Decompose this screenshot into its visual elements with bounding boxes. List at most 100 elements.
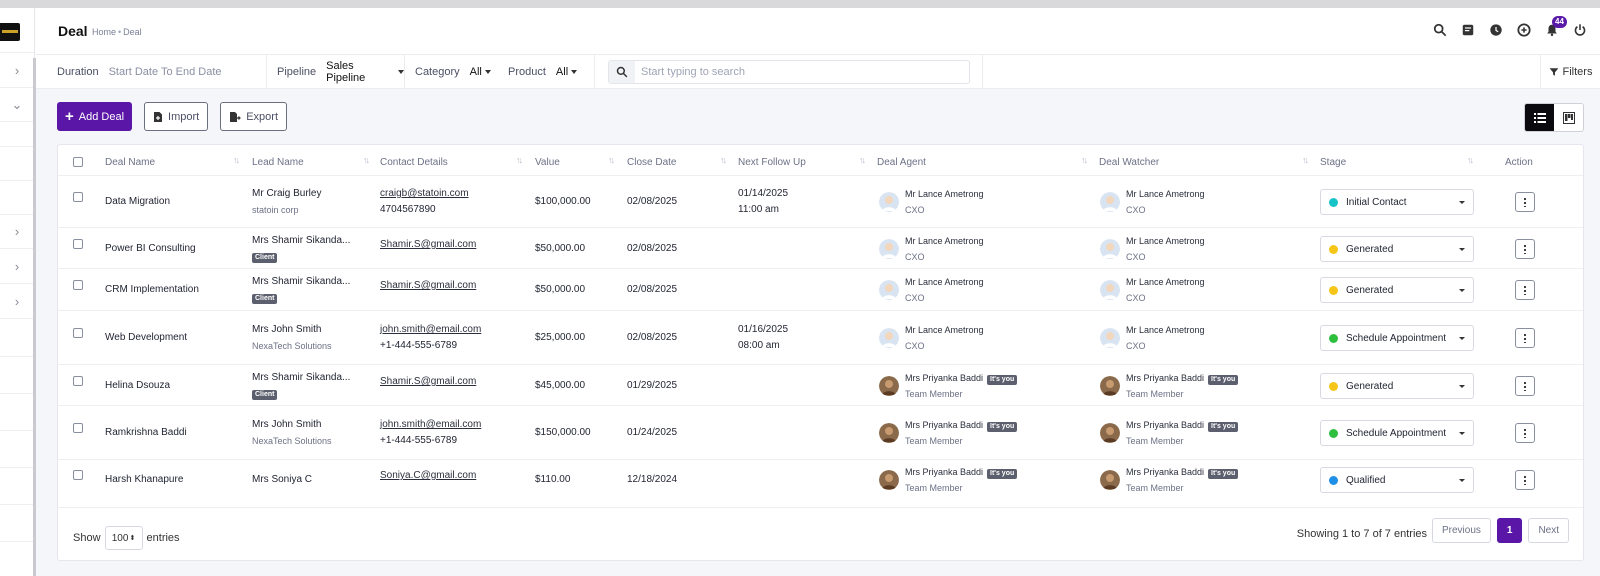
deal-name[interactable]: Data Migration: [105, 194, 170, 210]
sort-icon[interactable]: ↑↓: [233, 155, 240, 165]
close-date: 01/29/2025: [627, 380, 678, 391]
sidebar-expand-icon[interactable]: ›: [0, 285, 34, 319]
row-actions-button[interactable]: [1515, 280, 1535, 300]
stage-select[interactable]: Generated: [1320, 373, 1474, 399]
row-checkbox[interactable]: [73, 328, 83, 338]
list-view-icon[interactable]: [1525, 104, 1554, 131]
select-all-checkbox[interactable]: [73, 157, 83, 167]
pipeline-filter[interactable]: Pipeline Sales Pipeline: [267, 55, 405, 89]
stage-select[interactable]: Schedule Appointment: [1320, 325, 1474, 351]
contact-email-link[interactable]: john.smith@email.com: [380, 417, 481, 433]
sort-icon[interactable]: ↑↓: [720, 155, 727, 165]
next-page-button[interactable]: Next: [1528, 518, 1569, 543]
search-icon[interactable]: [1432, 22, 1448, 38]
avatar-icon: [879, 192, 899, 212]
stage-select[interactable]: Initial Contact: [1320, 189, 1474, 215]
deal-name[interactable]: Power BI Consulting: [105, 241, 196, 257]
stage-select[interactable]: Schedule Appointment: [1320, 420, 1474, 446]
sidebar-collapse-icon[interactable]: ⌄: [0, 88, 34, 122]
column-header-value[interactable]: Value: [535, 157, 560, 168]
kanban-view-icon[interactable]: [1554, 104, 1583, 131]
contact-email-link[interactable]: john.smith@email.com: [380, 322, 481, 338]
column-header-deal-agent[interactable]: Deal Agent: [877, 157, 926, 168]
sort-icon[interactable]: ↑↓: [1081, 155, 1088, 165]
power-icon[interactable]: [1572, 22, 1588, 38]
row-checkbox[interactable]: [73, 470, 83, 480]
deal-name[interactable]: CRM Implementation: [105, 282, 199, 298]
column-header-contact-details[interactable]: Contact Details: [380, 157, 448, 168]
clock-icon[interactable]: [1488, 22, 1504, 38]
deal-name[interactable]: Ramkrishna Baddi: [105, 425, 187, 441]
sort-icon[interactable]: ↑↓: [363, 155, 370, 165]
row-actions-button[interactable]: [1515, 239, 1535, 259]
contact-email-link[interactable]: Soniya.C@gmail.com: [380, 468, 476, 484]
sidebar-expand-icon[interactable]: ›: [0, 250, 34, 284]
lead-name[interactable]: Mrs Shamir Sikanda...: [252, 370, 350, 386]
search-input[interactable]: [641, 66, 961, 78]
column-header-stage[interactable]: Stage: [1320, 157, 1346, 168]
column-header-close-date[interactable]: Close Date: [627, 157, 676, 168]
bell-icon[interactable]: 44: [1544, 16, 1567, 38]
sidebar-expand-icon[interactable]: ›: [0, 54, 34, 88]
row-checkbox[interactable]: [73, 280, 83, 290]
app-logo[interactable]: [0, 23, 20, 41]
add-circle-icon[interactable]: [1516, 22, 1532, 38]
column-header-next-follow-up[interactable]: Next Follow Up: [738, 157, 806, 168]
table-row: Harsh Khanapure Mrs Soniya C Soniya.C@gm…: [58, 459, 1583, 499]
category-select[interactable]: All: [470, 66, 482, 78]
deal-name[interactable]: Harsh Khanapure: [105, 472, 183, 488]
pipeline-select[interactable]: Sales Pipeline: [326, 60, 395, 84]
row-actions-button[interactable]: [1515, 192, 1535, 212]
lead-name[interactable]: Mrs Soniya C: [252, 472, 312, 488]
column-header-lead-name[interactable]: Lead Name: [252, 157, 304, 168]
row-actions-button[interactable]: [1515, 328, 1535, 348]
deal-value: $110.00: [535, 474, 571, 485]
sort-icon[interactable]: ↑↓: [1302, 155, 1309, 165]
breadcrumb-home[interactable]: Home: [92, 27, 116, 37]
deal-name[interactable]: Web Development: [105, 330, 187, 346]
contact-email-link[interactable]: craigb@statoin.com: [380, 186, 469, 202]
row-actions-button[interactable]: [1515, 376, 1535, 396]
sidebar-expand-icon[interactable]: ›: [0, 215, 34, 249]
duration-value[interactable]: Start Date To End Date: [109, 66, 222, 78]
stage-select[interactable]: Generated: [1320, 277, 1474, 303]
row-checkbox[interactable]: [73, 192, 83, 202]
row-checkbox[interactable]: [73, 239, 83, 249]
contact-email-link[interactable]: Shamir.S@gmail.com: [380, 237, 476, 253]
deal-name[interactable]: Helina Dsouza: [105, 378, 170, 394]
column-header-deal-name[interactable]: Deal Name: [105, 157, 155, 168]
sort-icon[interactable]: ↑↓: [859, 155, 866, 165]
row-checkbox[interactable]: [73, 423, 83, 433]
agent-cell: Mr Lance Ametrong CXO: [905, 186, 984, 218]
export-button[interactable]: Export: [220, 102, 288, 131]
row-actions-button[interactable]: [1515, 470, 1535, 490]
page-length-select[interactable]: 100 ⬍: [104, 526, 143, 550]
notes-icon[interactable]: [1460, 22, 1476, 38]
sort-icon[interactable]: ↑↓: [608, 155, 615, 165]
stage-select[interactable]: Generated: [1320, 236, 1474, 262]
row-checkbox[interactable]: [73, 376, 83, 386]
column-header-deal-watcher[interactable]: Deal Watcher: [1099, 157, 1159, 168]
lead-name[interactable]: Mrs John Smith: [252, 322, 332, 338]
lead-name[interactable]: Mrs Shamir Sikanda...: [252, 233, 350, 249]
page-1-button[interactable]: 1: [1496, 518, 1523, 543]
contact-email-link[interactable]: Shamir.S@gmail.com: [380, 278, 476, 294]
add-deal-button[interactable]: + Add Deal: [57, 102, 133, 131]
category-filter[interactable]: Category All: [405, 55, 496, 89]
avatar-icon: [879, 423, 899, 443]
product-filter[interactable]: Product All: [498, 55, 595, 89]
stage-select[interactable]: Qualified: [1320, 467, 1474, 493]
stage-status-dot: [1329, 475, 1338, 485]
lead-name[interactable]: Mrs Shamir Sikanda...: [252, 274, 350, 290]
duration-filter[interactable]: Duration Start Date To End Date: [47, 55, 267, 89]
sort-icon[interactable]: ↑↓: [1467, 155, 1474, 165]
filters-button[interactable]: Filters: [1540, 55, 1600, 89]
import-button[interactable]: Import: [144, 102, 209, 131]
row-actions-button[interactable]: [1515, 423, 1535, 443]
sort-icon[interactable]: ↑↓: [516, 155, 523, 165]
product-select[interactable]: All: [556, 66, 568, 78]
lead-name[interactable]: Mrs John Smith: [252, 417, 332, 433]
previous-page-button[interactable]: Previous: [1431, 518, 1491, 543]
contact-email-link[interactable]: Shamir.S@gmail.com: [380, 374, 476, 390]
lead-name[interactable]: Mr Craig Burley: [252, 186, 321, 202]
